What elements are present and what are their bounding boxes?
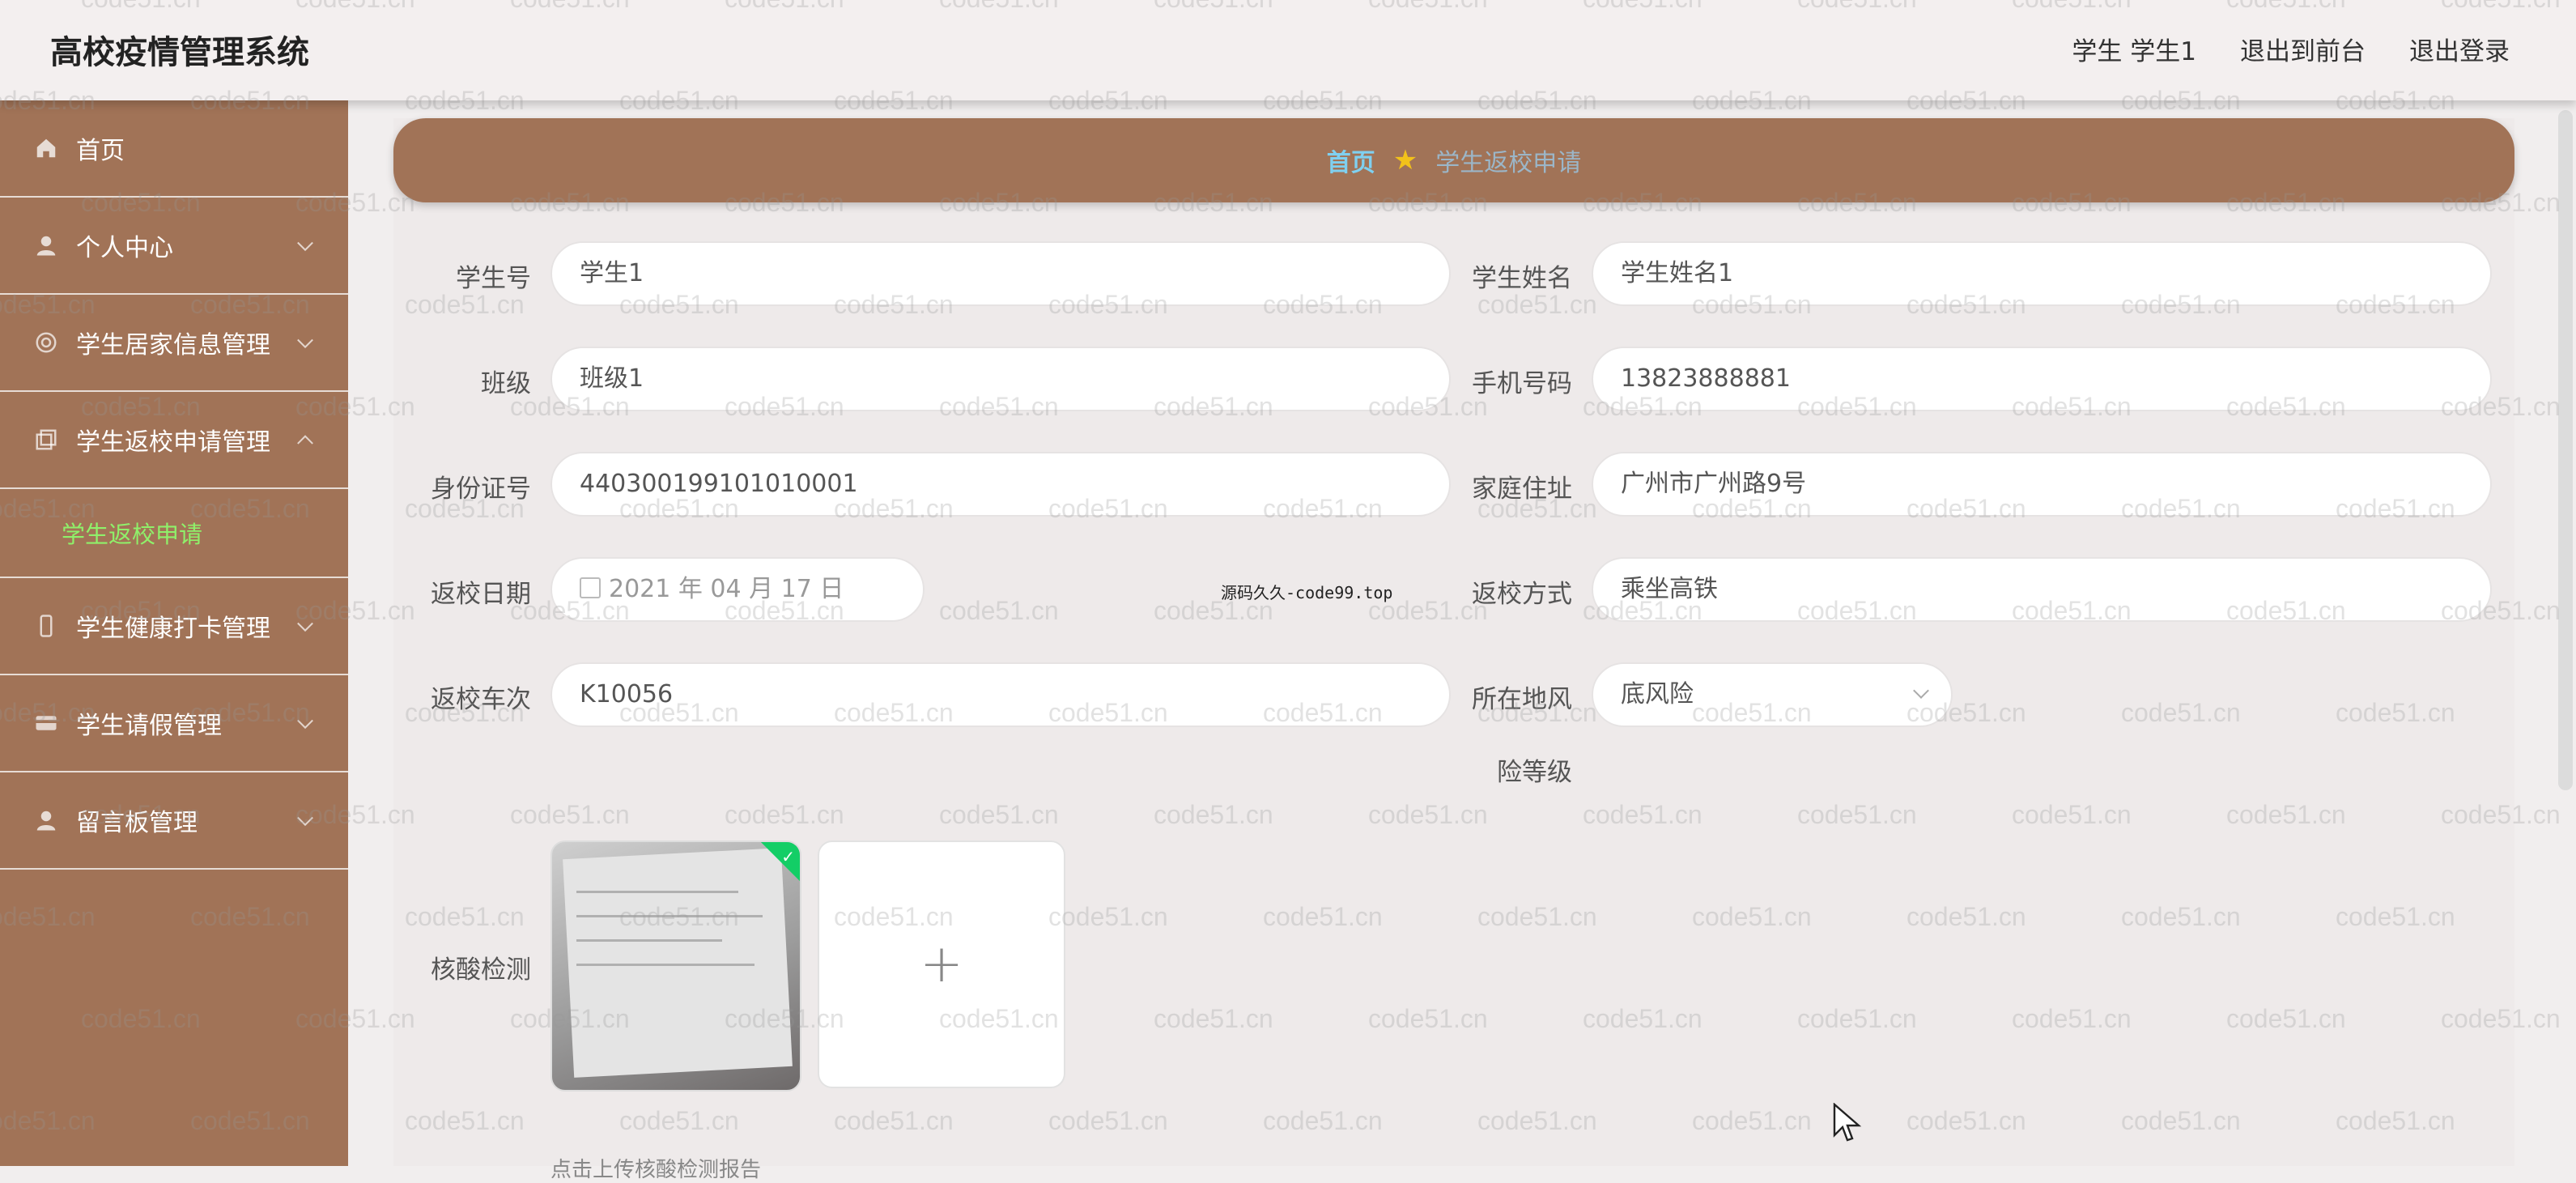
chevron-down-icon	[1913, 683, 1929, 699]
sidebar-item-label: 学生返校申请管理	[76, 428, 270, 457]
phone-field[interactable]: 13823888881	[1592, 347, 2492, 411]
nucleic-report-thumbnail[interactable]: ✓	[550, 840, 801, 1092]
breadcrumb-current: 学生返校申请	[1435, 149, 1582, 177]
risk-label-line2: 险等级	[1497, 758, 1572, 787]
class-field[interactable]: 班级1	[550, 347, 1451, 411]
sidebar-item-home[interactable]: 首页	[0, 100, 348, 198]
card-icon	[32, 709, 60, 737]
calendar-icon	[580, 577, 601, 598]
student-name-label: 学生姓名	[1472, 264, 1572, 293]
sidebar-item-return-apply[interactable]: 学生返校申请管理	[0, 392, 348, 489]
risk-select-value: 底风险	[1621, 680, 1694, 709]
chevron-down-icon	[297, 235, 313, 252]
train-label: 返校车次	[431, 685, 531, 714]
report-text-line	[576, 964, 755, 966]
app-title: 高校疫情管理系统	[50, 34, 309, 71]
breadcrumb-home[interactable]: 首页	[1327, 143, 1375, 178]
address-field[interactable]: 广州市广州路9号	[1592, 452, 2492, 517]
header-links: 学生 学生1 退出到前台 退出登录	[2072, 31, 2510, 67]
sidebar-item-message-board[interactable]: 留言板管理	[0, 772, 348, 870]
train-field[interactable]: K10056	[550, 662, 1451, 727]
chevron-down-icon	[297, 713, 313, 730]
sidebar: 首页 个人中心 学生居家信息管理 学生返校申请管理 学生返校申请 学生健康打卡管…	[0, 100, 348, 1166]
sidebar-item-label: 学生请假管理	[76, 712, 222, 740]
id-field[interactable]: 440300199101010001	[550, 452, 1451, 517]
sidebar-item-label: 个人中心	[76, 234, 173, 262]
nucleic-label: 核酸检测	[431, 955, 531, 985]
user-icon	[32, 806, 60, 834]
sidebar-item-profile[interactable]: 个人中心	[0, 198, 348, 295]
phone-icon	[32, 612, 60, 640]
risk-select[interactable]: 底风险	[1592, 662, 1953, 727]
phone-label: 手机号码	[1472, 369, 1572, 398]
student-no-label: 学生号	[456, 264, 531, 293]
chevron-down-icon	[297, 810, 313, 827]
student-no-field[interactable]: 学生1	[550, 241, 1451, 306]
check-icon: ✓	[781, 847, 795, 866]
logout-link[interactable]: 退出登录	[2409, 31, 2510, 67]
main-content: 首页 ★ 学生返校申请 学生号 学生1 学生姓名 学生姓名1 班级 班级1 手机…	[393, 118, 2514, 1182]
grid-icon	[32, 329, 60, 356]
sidebar-item-label: 学生居家信息管理	[76, 331, 270, 360]
report-paper-image	[563, 848, 793, 1078]
address-label: 家庭住址	[1472, 474, 1572, 504]
current-user-label: 学生 学生1	[2072, 37, 2196, 66]
report-text-line	[576, 915, 763, 917]
chevron-up-icon	[297, 435, 313, 452]
user-icon	[32, 232, 60, 259]
return-date-label: 返校日期	[431, 580, 531, 609]
report-text-line	[576, 939, 722, 942]
star-icon: ★	[1392, 144, 1418, 177]
home-icon	[32, 134, 60, 162]
upload-add-button[interactable]: +	[818, 840, 1065, 1088]
watermark-note: 源码久久-code99.top	[1221, 583, 1393, 602]
report-text-line	[576, 891, 738, 893]
sidebar-subitem-return-apply[interactable]: 学生返校申请	[0, 489, 348, 578]
back-to-front-link[interactable]: 退出到前台	[2240, 31, 2366, 67]
id-label: 身份证号	[431, 474, 531, 504]
class-label: 班级	[481, 369, 531, 398]
sidebar-item-label: 首页	[76, 137, 125, 165]
return-method-field[interactable]: 乘坐高铁	[1592, 557, 2492, 622]
return-date-value: 2021 年 04 月 17 日	[609, 575, 844, 603]
chevron-down-icon	[297, 615, 313, 632]
sidebar-item-leave[interactable]: 学生请假管理	[0, 675, 348, 772]
copy-icon	[32, 426, 60, 453]
sidebar-item-label: 留言板管理	[76, 809, 198, 837]
sidebar-item-home-info[interactable]: 学生居家信息管理	[0, 295, 348, 392]
return-date-picker[interactable]: 2021 年 04 月 17 日	[550, 557, 925, 622]
top-header: 高校疫情管理系统 学生 学生1 退出到前台 退出登录	[0, 0, 2576, 100]
breadcrumb: 首页 ★ 学生返校申请	[393, 118, 2514, 202]
chevron-down-icon	[297, 332, 313, 349]
sidebar-item-label: 学生健康打卡管理	[76, 615, 270, 643]
risk-label-line1: 所在地风	[1472, 685, 1572, 714]
sidebar-item-health-checkin[interactable]: 学生健康打卡管理	[0, 578, 348, 675]
return-method-label: 返校方式	[1472, 580, 1572, 609]
page-scrollbar[interactable]	[2558, 110, 2573, 790]
upload-tip: 点击上传核酸检测报告	[550, 1158, 762, 1182]
student-name-field[interactable]: 学生姓名1	[1592, 241, 2492, 306]
mouse-cursor-icon	[1833, 1103, 1862, 1142]
